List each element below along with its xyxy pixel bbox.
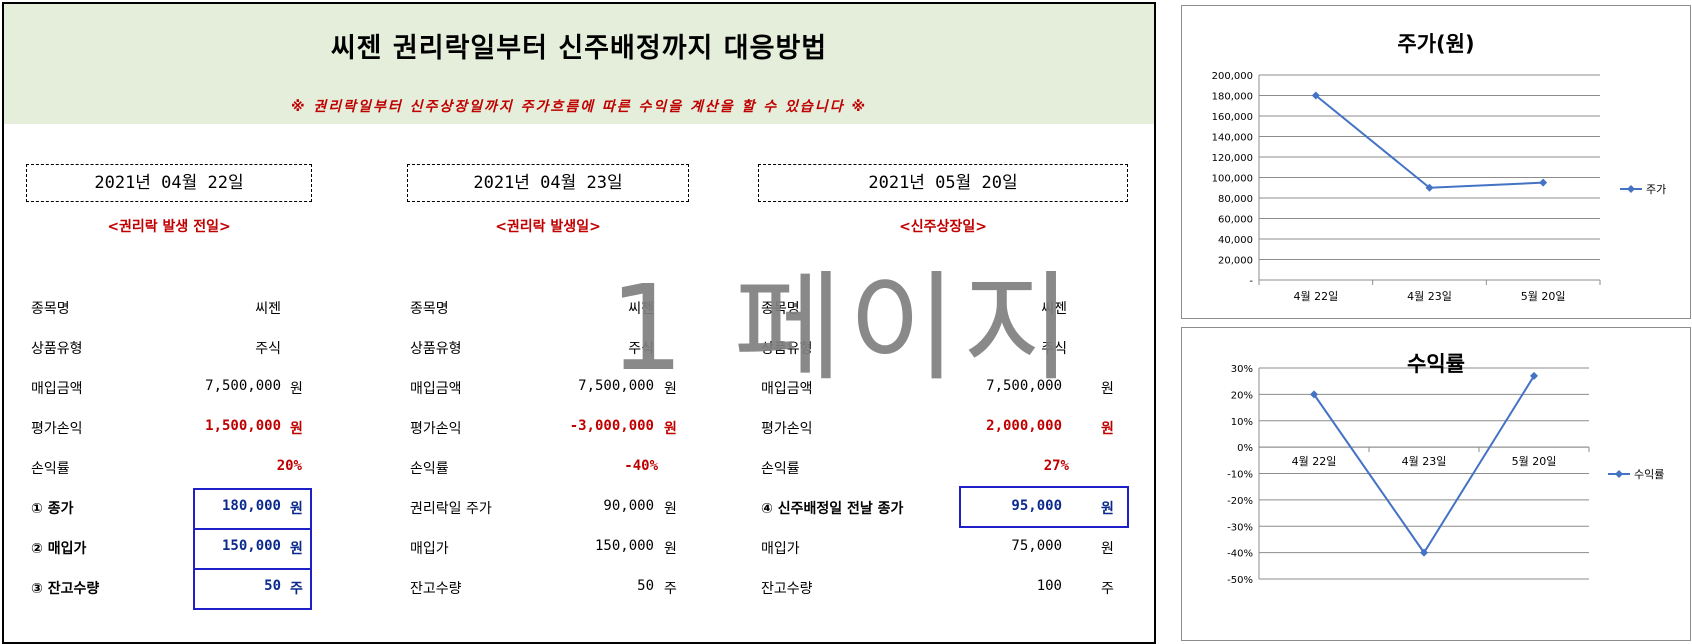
title-banner: 씨젠 권리락일부터 신주배정까지 대응방법 ※ 권리락일부터 신주상장일까지 주…: [4, 4, 1154, 124]
y-tick-label: 180,000: [1212, 92, 1253, 103]
data-point: [1539, 178, 1548, 187]
date-box-3: 2021년 05월 20일: [758, 164, 1128, 202]
unit-eval-profit: 원: [664, 421, 677, 437]
value-eval-profit: 1,500,000: [205, 418, 281, 434]
y-tick-label: -10%: [1227, 470, 1253, 481]
label-buy-price: 매입가: [761, 541, 800, 557]
y-tick-label: -50%: [1227, 575, 1253, 586]
label-profit-rate: 손익률: [761, 461, 800, 477]
y-tick-label: 20,000: [1218, 256, 1253, 267]
unit-buy-price: 원: [1101, 541, 1114, 557]
unit-new-share-close-price: 원: [1101, 501, 1114, 517]
page-watermark: 1 페이지: [609, 259, 1078, 397]
value-quantity: 50: [264, 578, 281, 594]
legend-marker: [1615, 470, 1623, 478]
value-stock-name: 씨젠: [255, 301, 281, 317]
y-tick-label: 60,000: [1218, 215, 1253, 226]
label-stock-name: 종목명: [31, 301, 70, 317]
unit-buy-price: 원: [290, 541, 303, 557]
label-buy-price: 매입가: [410, 541, 449, 557]
label-new-share-close-price: ④ 신주배정일 전날 종가: [761, 501, 904, 517]
return-chart-panel[interactable]: 수익률 30% 20% 10% 0% -10% -20% -30% -40% -50% 4월 22…: [1181, 327, 1691, 641]
unit-quantity: 주: [290, 581, 303, 597]
y-tick-label: 80,000: [1218, 194, 1253, 205]
value-ex-rights-price: 90,000: [603, 498, 654, 514]
price-chart-panel[interactable]: 주가(원) 200,000 180,000 160,000 140,000 120,00…: [1181, 5, 1691, 319]
label-quantity: 잔고수량: [761, 581, 813, 597]
y-tick-label: 100,000: [1212, 174, 1253, 185]
label-eval-profit: 평가손익: [410, 421, 462, 437]
y-tick-label: 160,000: [1212, 112, 1253, 123]
label-product-type: 상품유형: [410, 341, 462, 357]
label-quantity: ③ 잔고수량: [31, 581, 100, 597]
label-buy-price: ② 매입가: [31, 541, 87, 557]
page-title: 씨젠 권리락일부터 신주배정까지 대응방법: [330, 33, 828, 64]
series-line: [1315, 94, 1544, 189]
unit-quantity: 주: [1101, 581, 1114, 597]
price-chart-title: 주가(원): [1397, 32, 1475, 56]
spreadsheet-sheet: 씨젠 권리락일부터 신주배정까지 대응방법 ※ 권리락일부터 신주상장일까지 주…: [2, 2, 1156, 644]
page-subtitle: ※ 권리락일부터 신주상장일까지 주가흐름에 따른 수익을 계산을 할 수 있습…: [290, 99, 868, 115]
return-chart-title: 수익률: [1407, 352, 1465, 376]
unit-eval-profit: 원: [290, 421, 303, 437]
y-tick-label: 140,000: [1212, 133, 1253, 144]
unit-buy-price: 원: [664, 541, 677, 557]
label-purchase-amount: 매입금액: [31, 381, 83, 397]
value-new-share-close-price: 95,000: [1011, 498, 1062, 514]
unit-purchase-amount: 원: [1101, 381, 1114, 397]
value-product-type: 주식: [255, 341, 281, 357]
label-profit-rate: 손익률: [31, 461, 70, 477]
x-tick-label: 5월 20일: [1512, 454, 1557, 468]
y-tick-label: 0%: [1237, 443, 1253, 454]
value-profit-rate: -40%: [624, 458, 658, 474]
value-buy-price: 150,000: [594, 538, 654, 554]
y-tick-label: -30%: [1227, 522, 1253, 533]
y-tick-label: 40,000: [1218, 235, 1253, 246]
value-buy-price: 75,000: [1011, 538, 1062, 554]
label-profit-rate: 손익률: [410, 461, 449, 477]
unit-ex-rights-price: 원: [664, 501, 677, 517]
x-tick-label: 4월 22일: [1292, 454, 1337, 468]
y-tick-label: 120,000: [1212, 153, 1253, 164]
y-tick-label: -20%: [1227, 496, 1253, 507]
value-quantity: 50: [637, 578, 654, 594]
value-eval-profit: -3,000,000: [569, 418, 654, 434]
label-purchase-amount: 매입금액: [410, 381, 462, 397]
label-close-price: ① 종가: [31, 501, 74, 517]
value-buy-price: 150,000: [221, 538, 281, 554]
column-sub-1: <권리락 발생 전일>: [107, 219, 231, 235]
date-box-1: 2021년 04월 22일: [26, 164, 312, 202]
label-eval-profit: 평가손익: [31, 421, 83, 437]
value-close-price: 180,000: [221, 498, 281, 514]
label-product-type: 상품유형: [31, 341, 83, 357]
x-tick-label: 5월 20일: [1521, 289, 1566, 303]
label-quantity: 잔고수량: [410, 581, 462, 597]
y-tick-label: 10%: [1231, 417, 1253, 428]
value-profit-rate: 20%: [276, 458, 302, 474]
unit-quantity: 주: [664, 581, 677, 597]
x-tick-label: 4월 23일: [1402, 454, 1447, 468]
unit-close-price: 원: [290, 501, 303, 517]
x-tick-label: 4월 22일: [1293, 289, 1338, 303]
value-quantity: 100: [1036, 578, 1062, 594]
value-eval-profit: 2,000,000: [986, 418, 1062, 434]
label-stock-name: 종목명: [410, 301, 449, 317]
x-tick-label: 4월 23일: [1407, 289, 1452, 303]
legend-label: 주가: [1646, 183, 1666, 196]
y-tick-label: -: [1249, 276, 1253, 287]
date-box-2: 2021년 04월 23일: [407, 164, 689, 202]
legend-marker: [1627, 185, 1635, 193]
unit-purchase-amount: 원: [290, 381, 303, 397]
value-profit-rate: 27%: [1043, 458, 1069, 474]
unit-eval-profit: 원: [1101, 421, 1114, 437]
y-tick-label: -40%: [1227, 549, 1253, 560]
label-ex-rights-price: 권리락일 주가: [410, 501, 492, 517]
y-tick-label: 200,000: [1212, 71, 1253, 82]
label-eval-profit: 평가손익: [761, 421, 813, 437]
value-purchase-amount: 7,500,000: [205, 378, 281, 394]
y-tick-label: 20%: [1231, 390, 1253, 401]
legend-label: 수익률: [1634, 468, 1664, 481]
